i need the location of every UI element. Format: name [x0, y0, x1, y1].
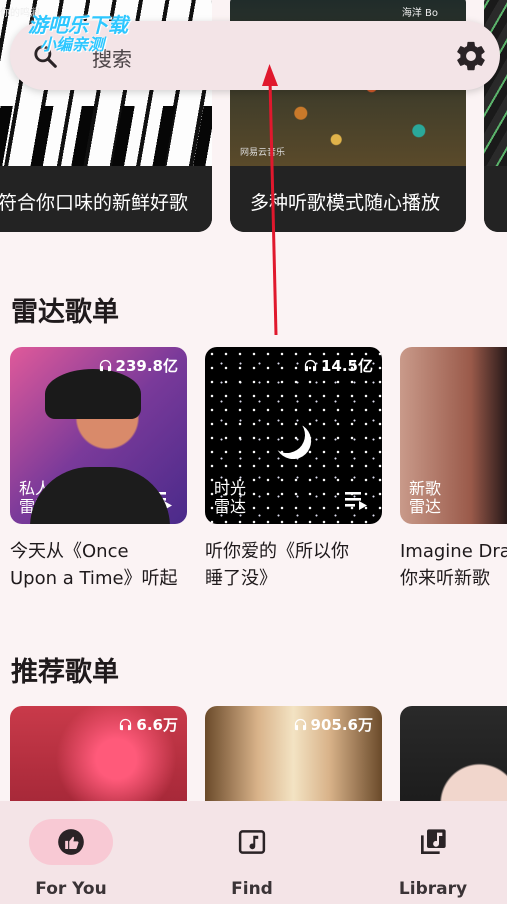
playlist-card[interactable]: 14.5亿 时光 雷达 听你爱的《所以你 睡了没》 [205, 347, 382, 592]
thumbs-up-icon [58, 829, 84, 855]
playlist-title-line1: 今天从《Once [10, 541, 129, 562]
play-count-value: 905.6万 [310, 716, 373, 734]
screen: 你的鸣涧 符合你口味的新鲜好歌 海洋 Bo 网易云音乐 多种听歌模式随心播放 搜… [0, 0, 507, 904]
section-title-recommended: 推荐歌单 [11, 657, 119, 688]
watermark-line2: 小编亲测 [40, 35, 105, 54]
nav-pill [29, 819, 113, 865]
play-count: 239.8亿 [98, 355, 178, 376]
banner-caption: 多种听歌模式随心播放 [230, 166, 466, 232]
nav-item-for-you[interactable]: For You [11, 819, 131, 899]
nav-item-library[interactable]: Library [373, 819, 493, 899]
nav-item-find[interactable]: Find [192, 819, 312, 899]
banner-caption: 符合你口味的新鲜好歌 [0, 166, 212, 232]
music-library-icon [421, 829, 446, 854]
watermark-line1: 游吧乐下载 [28, 13, 128, 37]
playlist-title-line2: Upon a Time》听起 [10, 568, 178, 589]
banner-logo: 网易云音乐 [240, 148, 286, 158]
nav-label: Library [398, 879, 468, 899]
settings-gear-icon[interactable] [454, 39, 488, 73]
banner-tag: 海洋 Bo [401, 8, 438, 19]
headphones-icon [294, 718, 306, 731]
headphones-icon [99, 359, 111, 372]
playlist-title-line2: 你来听新歌 [400, 568, 490, 589]
play-queue-icon[interactable] [345, 490, 369, 510]
playlist-title-line1: Imagine Dra [400, 541, 507, 562]
radar-tag: 时光 雷达 [214, 479, 247, 517]
nav-pill [210, 819, 294, 865]
section-title-radar: 雷达歌单 [11, 297, 119, 328]
play-count-value: 14.5亿 [320, 357, 373, 375]
radar-tag: 新歌 雷达 [409, 479, 442, 517]
banner-caption [484, 166, 507, 232]
play-count: 14.5亿 [303, 355, 373, 376]
playlist-card[interactable]: 239.8亿 私人 雷达 今天从《Once Upon a Time》听起 [10, 347, 187, 592]
playlist-card[interactable]: 新歌 雷达 Imagine Dra 你来听新歌 [400, 347, 507, 592]
headphones-icon [120, 718, 132, 731]
play-queue-icon[interactable] [150, 490, 174, 510]
playlist-cover: 新歌 雷达 [400, 347, 507, 524]
play-count-value: 239.8亿 [115, 357, 178, 375]
playlist-cover: 14.5亿 时光 雷达 [205, 347, 382, 524]
nav-pill [391, 819, 475, 865]
play-count: 6.6万 [118, 714, 178, 735]
watermark: 游吧乐下载 小编亲测 [28, 14, 128, 54]
nav-label: Find [231, 879, 273, 899]
playlist-title-line2: 睡了没》 [205, 568, 277, 589]
music-note-box-icon [238, 830, 266, 854]
nav-label: For You [35, 879, 107, 899]
radar-tag: 私人 雷达 [19, 479, 52, 517]
playlist-title-line1: 听你爱的《所以你 [205, 541, 349, 562]
banner-abstract-image [484, 0, 507, 166]
playlist-cover: 239.8亿 私人 雷达 [10, 347, 187, 524]
moon-image [266, 414, 308, 456]
bottom-nav: For You Find Library [0, 801, 507, 904]
play-count: 905.6万 [293, 714, 373, 735]
play-count-value: 6.6万 [136, 716, 178, 734]
headphones-icon [304, 359, 317, 372]
